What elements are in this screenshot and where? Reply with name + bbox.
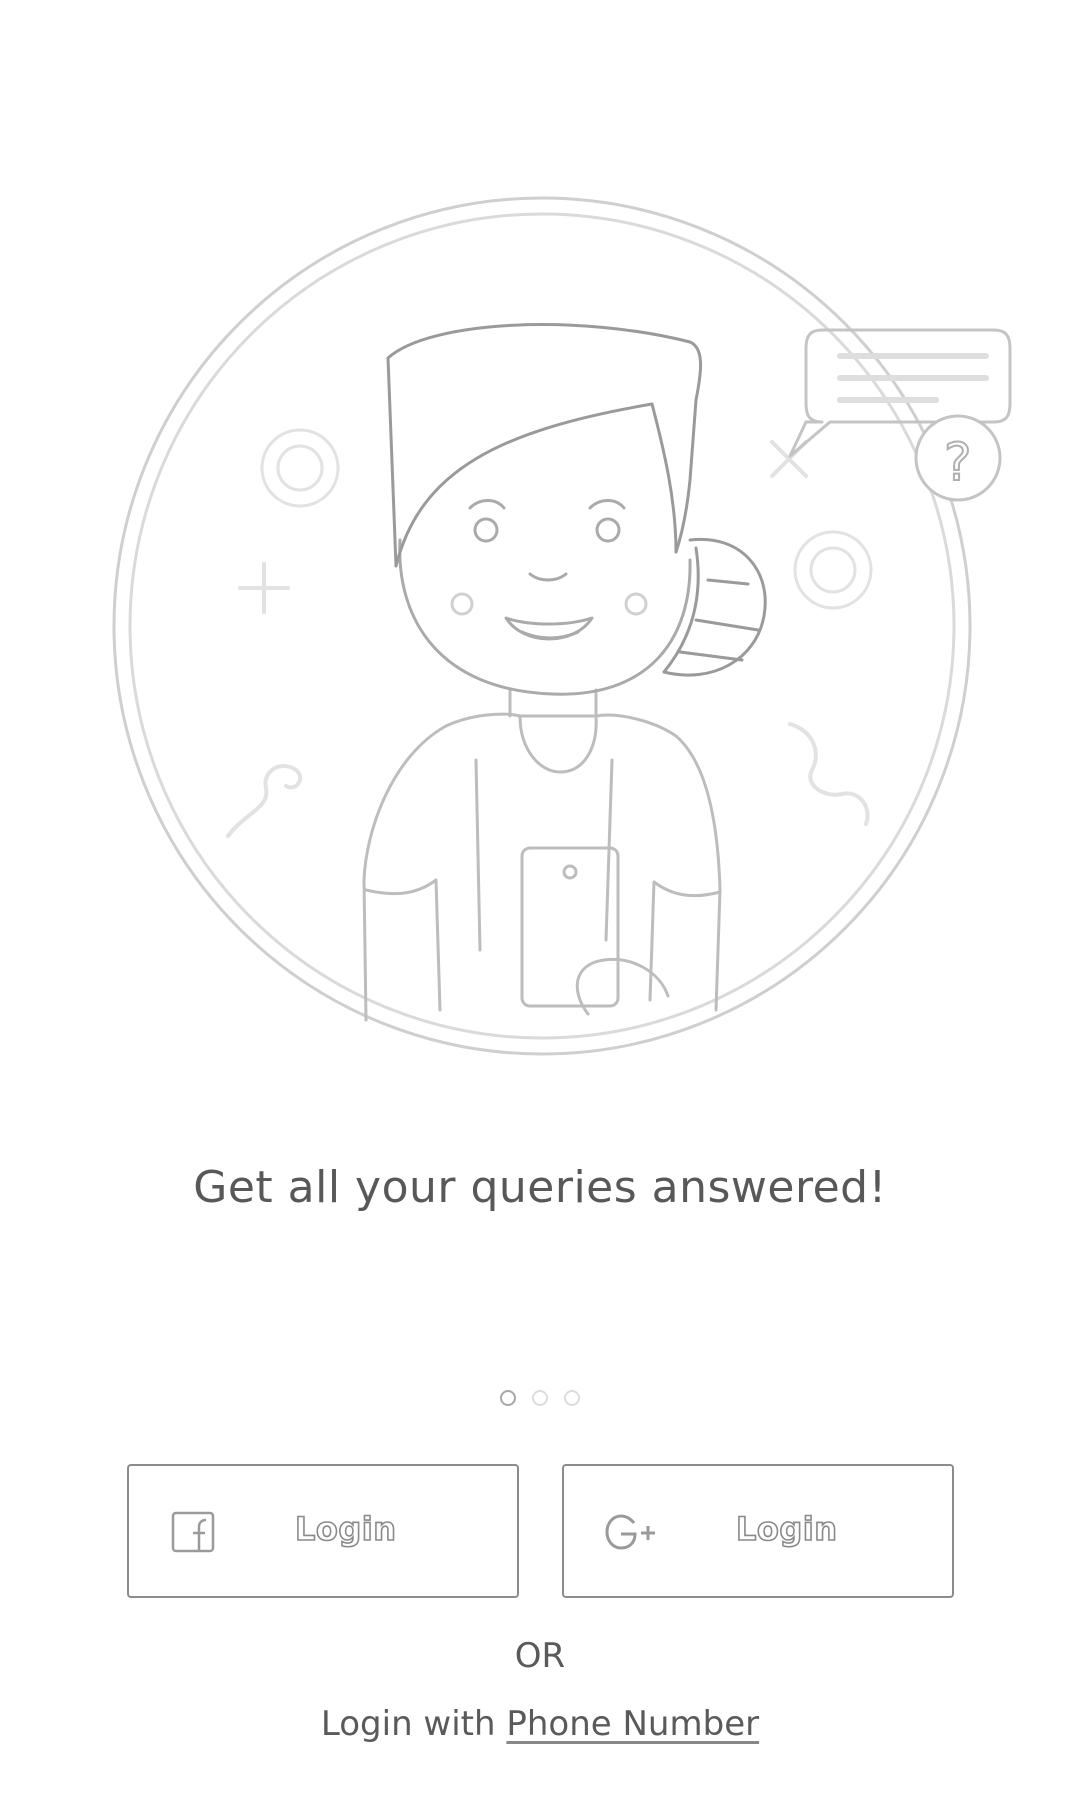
onboarding-headline: Get all your queries answered! [193, 1162, 887, 1213]
google-login-label: Login [735, 1509, 838, 1549]
question-mark-icon: ? [944, 433, 972, 493]
decorative-plus [238, 440, 808, 614]
page-dot-2[interactable] [532, 1390, 548, 1406]
page-dot-1[interactable] [500, 1390, 516, 1406]
character-body [362, 712, 722, 1022]
page-indicator [0, 1390, 1080, 1406]
page-dot-3[interactable] [564, 1390, 580, 1406]
google-login-button[interactable]: Login [562, 1464, 954, 1598]
phone-login-prefix: Login with [320, 1704, 507, 1744]
phone-login-row: Login with Phone Number [0, 1704, 1080, 1744]
decorative-rings [260, 428, 873, 610]
google-plus-icon [605, 1514, 655, 1550]
onboarding-illustration: ? [112, 196, 1012, 1056]
illustration-circle [112, 196, 972, 1056]
character-face [398, 499, 692, 696]
facebook-login-label: Login [294, 1509, 397, 1549]
facebook-icon [171, 1511, 215, 1553]
decorative-squiggles [226, 722, 870, 838]
character-phone [520, 846, 670, 1016]
speech-bubble [788, 328, 1012, 502]
facebook-login-button[interactable]: Login [127, 1464, 519, 1598]
phone-number-link[interactable]: Phone Number [506, 1704, 759, 1744]
or-divider: OR [514, 1636, 566, 1676]
